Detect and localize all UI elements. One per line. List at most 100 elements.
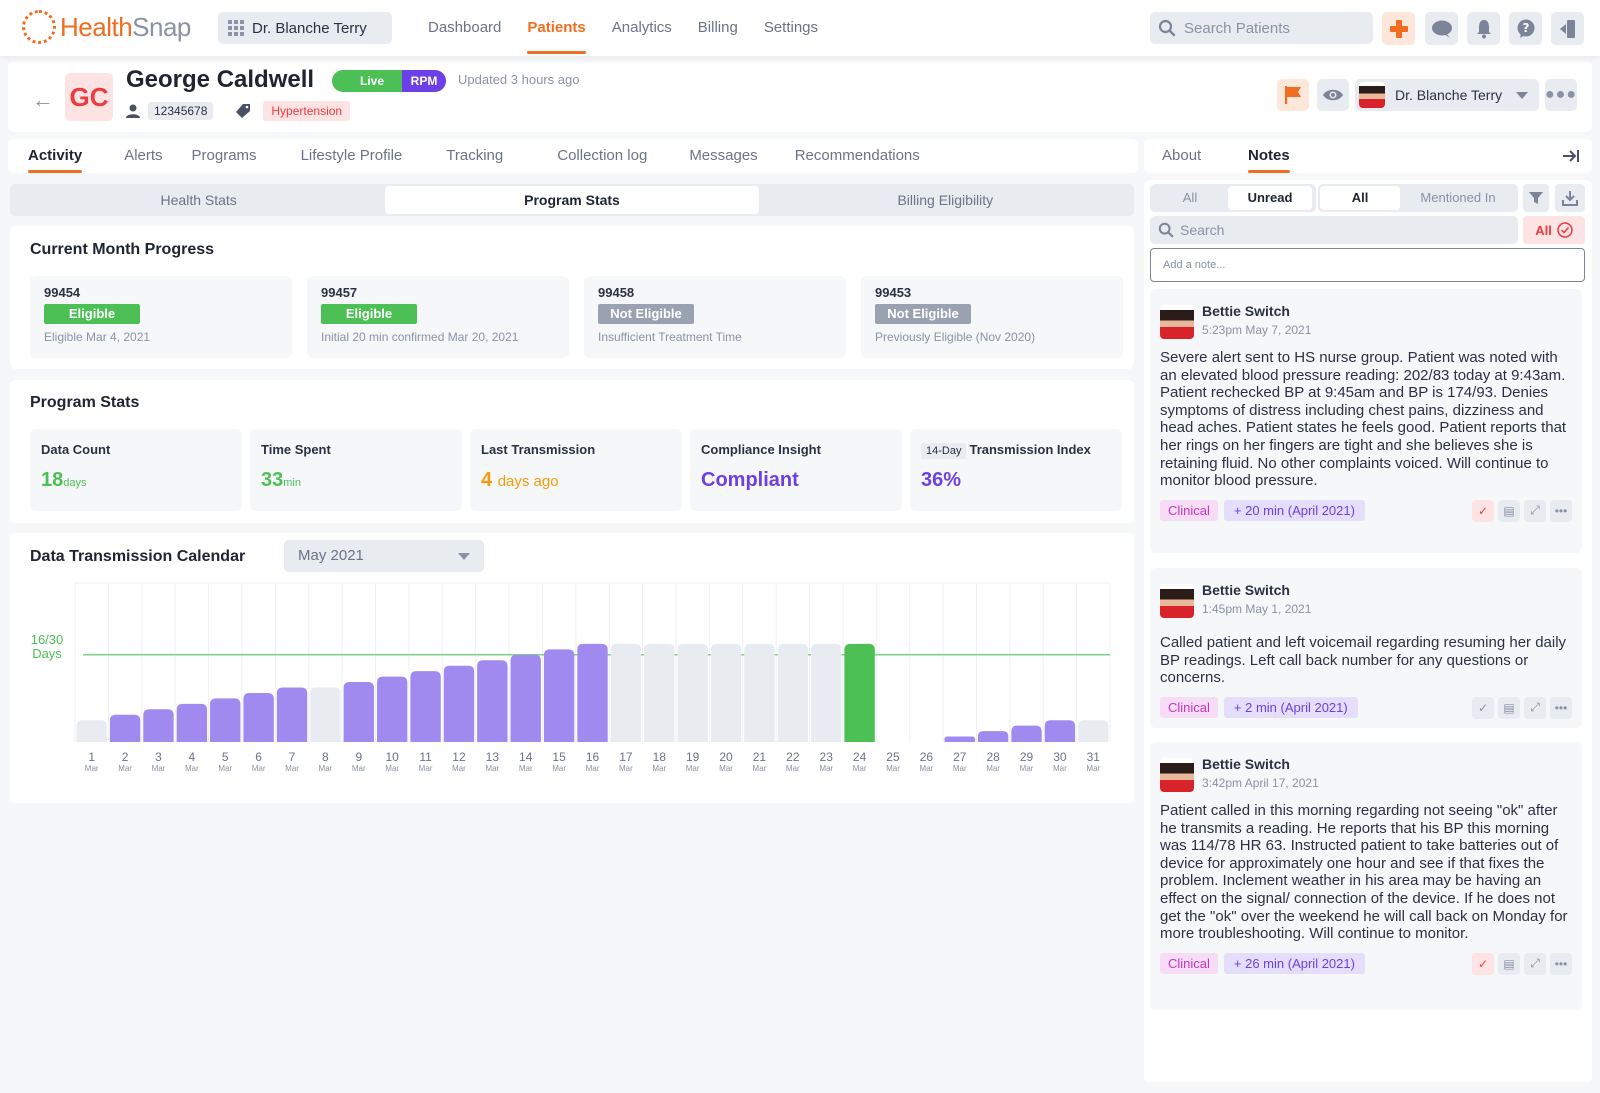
x-tick-label: 9: [355, 750, 362, 764]
org-selector[interactable]: Dr. Blanche Terry: [218, 12, 392, 44]
filter-all[interactable]: All: [1152, 186, 1228, 210]
bar-day-9: [343, 682, 374, 742]
tab-activity[interactable]: Activity: [28, 139, 83, 173]
chat-icon: [1431, 20, 1452, 38]
bar-day-6: [243, 692, 274, 742]
download-button[interactable]: [1555, 184, 1585, 212]
program-badge: RPM: [402, 70, 446, 92]
x-tick-sublabel: Mar: [753, 764, 767, 773]
eligibility-detail: Eligible Mar 4, 2021: [44, 330, 151, 344]
bar-day-2: [109, 714, 141, 742]
billing-code: 99458: [598, 285, 635, 300]
tab-programs[interactable]: Programs: [192, 139, 257, 173]
stat-label: Data Count: [41, 442, 111, 457]
bar-day-13: [477, 660, 508, 742]
expand-icon[interactable]: ⤢: [1524, 499, 1546, 522]
nav-settings[interactable]: Settings: [751, 0, 831, 56]
tab-alerts[interactable]: Alerts: [124, 139, 162, 173]
bar-day-31: [1078, 720, 1109, 742]
notifications-button[interactable]: [1467, 12, 1500, 45]
expand-icon[interactable]: ⤢: [1524, 696, 1546, 719]
logout-button[interactable]: [1551, 12, 1584, 45]
watch-button[interactable]: [1317, 79, 1349, 111]
comment-icon[interactable]: ▤: [1498, 952, 1520, 975]
flag-button[interactable]: [1277, 79, 1309, 111]
author-avatar: [1160, 584, 1194, 618]
comment-icon[interactable]: ▤: [1498, 499, 1520, 522]
tab-collection-log[interactable]: Collection log: [557, 139, 647, 173]
search-patients-input[interactable]: Search Patients: [1150, 12, 1373, 44]
bar-day-17: [610, 643, 642, 742]
x-tick-label: 25: [886, 750, 900, 764]
resolve-check-icon[interactable]: ✓: [1472, 952, 1494, 975]
filter-all-mentions[interactable]: All: [1320, 186, 1400, 210]
eligibility-badge: Eligible: [44, 304, 140, 324]
bar-day-8: [310, 687, 341, 742]
notes-search-input[interactable]: Search: [1150, 216, 1518, 244]
comment-icon[interactable]: ▤: [1498, 696, 1520, 719]
tab-messages[interactable]: Messages: [689, 139, 757, 173]
status-filter-label: All: [1535, 222, 1552, 238]
nav-dashboard[interactable]: Dashboard: [415, 0, 514, 56]
x-tick-label: 16: [586, 750, 600, 764]
stat-label: Time Spent: [261, 442, 331, 457]
subtab-health-stats[interactable]: Health Stats: [12, 186, 385, 214]
x-tick-sublabel: Mar: [953, 764, 967, 773]
x-tick-sublabel: Mar: [118, 764, 132, 773]
x-tick-sublabel: Mar: [1053, 764, 1067, 773]
add-note-input[interactable]: Add a note...: [1150, 248, 1585, 282]
collapse-panel-icon[interactable]: [1562, 149, 1580, 163]
nav-billing[interactable]: Billing: [685, 0, 751, 56]
patient-id: 12345678: [148, 102, 214, 120]
tab-about[interactable]: About: [1162, 139, 1201, 173]
more-icon[interactable]: •••: [1550, 499, 1572, 522]
x-tick-label: 29: [1020, 750, 1034, 764]
x-tick-sublabel: Mar: [85, 764, 99, 773]
status-filter-button[interactable]: All: [1523, 216, 1585, 244]
note-body: Patient called in this morning regarding…: [1160, 802, 1568, 943]
bar-day-14: [510, 654, 541, 742]
filter-unread[interactable]: Unread: [1228, 186, 1312, 210]
x-tick-label: 1: [88, 750, 95, 764]
condition-tag[interactable]: Hypertension: [263, 101, 351, 121]
main-nav: Dashboard Patients Analytics Billing Set…: [415, 0, 831, 56]
filter-button[interactable]: [1523, 184, 1549, 212]
more-options-button[interactable]: ●●●: [1545, 79, 1577, 111]
x-tick-sublabel: Mar: [786, 764, 800, 773]
x-tick-label: 21: [753, 750, 767, 764]
add-button[interactable]: [1382, 12, 1415, 45]
healthsnap-logo[interactable]: HealthSnap: [22, 10, 191, 44]
chat-button[interactable]: [1425, 12, 1458, 45]
tab-tracking[interactable]: Tracking: [446, 139, 503, 173]
x-tick-sublabel: Mar: [819, 764, 833, 773]
search-patients-placeholder: Search Patients: [1184, 19, 1290, 37]
tab-notes[interactable]: Notes: [1248, 139, 1290, 173]
x-tick-sublabel: Mar: [719, 764, 733, 773]
tab-lifestyle-profile[interactable]: Lifestyle Profile: [301, 139, 403, 173]
assigned-provider-dropdown[interactable]: Dr. Blanche Terry: [1355, 79, 1539, 111]
nav-analytics[interactable]: Analytics: [599, 0, 685, 56]
x-tick-sublabel: Mar: [452, 764, 466, 773]
billing-code-card: 99454 Eligible Eligible Mar 4, 2021: [30, 276, 292, 358]
resolve-check-icon[interactable]: ✓: [1472, 499, 1494, 522]
logo-text-health: Health: [60, 11, 133, 42]
more-icon[interactable]: •••: [1550, 952, 1572, 975]
expand-icon[interactable]: ⤢: [1524, 952, 1546, 975]
nav-patients[interactable]: Patients: [514, 0, 598, 56]
note-body: Severe alert sent to HS nurse group. Pat…: [1160, 349, 1567, 490]
filter-mentioned-in[interactable]: Mentioned In: [1400, 186, 1516, 210]
stat-compliance-insight: Compliance Insight Compliant: [690, 429, 902, 511]
bar-day-7: [276, 687, 308, 742]
subtab-billing-eligibility[interactable]: Billing Eligibility: [759, 186, 1132, 214]
help-button[interactable]: ?: [1509, 12, 1542, 45]
subtab-program-stats[interactable]: Program Stats: [385, 186, 759, 214]
resolve-check-icon[interactable]: ✓: [1472, 696, 1494, 719]
stat-value: 4: [481, 469, 493, 491]
more-icon[interactable]: •••: [1550, 696, 1572, 719]
note-item: Bettie Switch 3:42pm April 17, 2021 Pati…: [1150, 742, 1582, 1010]
tab-recommendations[interactable]: Recommendations: [795, 139, 920, 173]
updated-timestamp: Updated 3 hours ago: [458, 72, 580, 87]
month-select[interactable]: May 2021: [284, 540, 484, 572]
x-tick-sublabel: Mar: [619, 764, 633, 773]
back-arrow-icon[interactable]: ←: [32, 87, 54, 113]
